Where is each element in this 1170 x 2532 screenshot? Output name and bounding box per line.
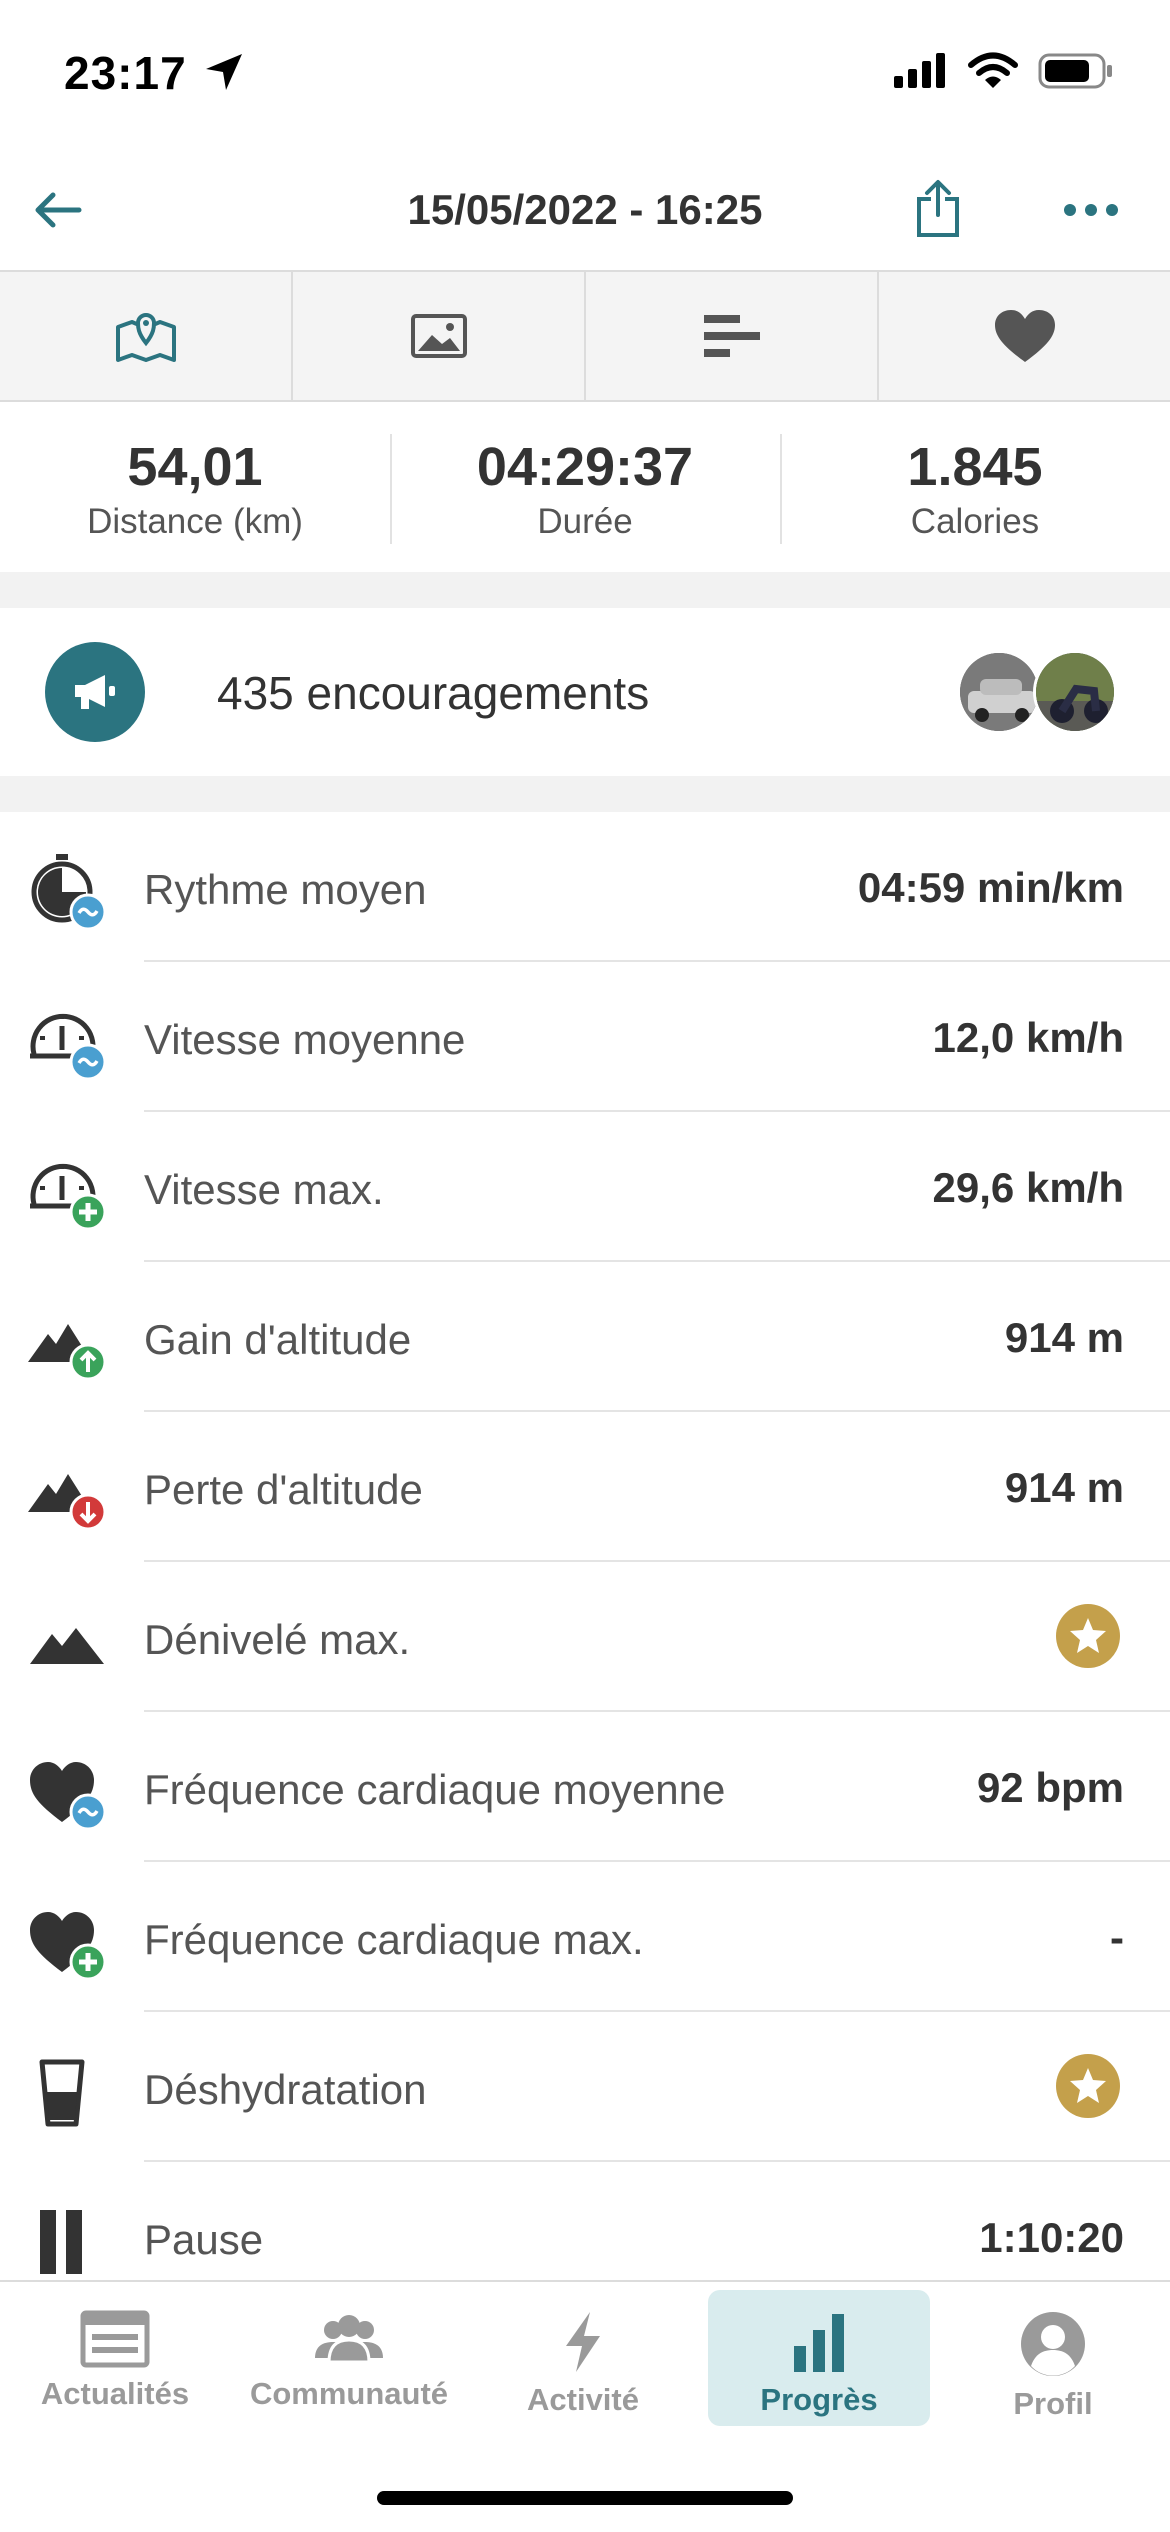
summary-distance: 54,01 Distance (km) (0, 404, 390, 572)
cheers-row[interactable]: 435 encouragements (0, 608, 1170, 776)
stat-value: 92 bpm (976, 1764, 1124, 1811)
cellular-signal-icon (894, 53, 945, 88)
lightning-icon (566, 2312, 600, 2372)
heart-icon (994, 310, 1055, 362)
stat-row-avg-heart-rate: Fréquence cardiaque moyenne 92 bpm (0, 1712, 1170, 1862)
bar-chart-icon (794, 2314, 844, 2372)
stat-label: Rythme moyen (144, 866, 427, 913)
more-dots-icon (1064, 204, 1118, 216)
mountain-up-icon (28, 1324, 107, 1381)
image-icon (410, 314, 467, 358)
share-icon (917, 180, 959, 237)
status-time: 23:17 (64, 47, 187, 99)
nav-profile[interactable]: Profil (942, 2290, 1164, 2426)
stat-label: Pause (144, 2216, 264, 2263)
detail-tabs (0, 272, 1170, 402)
section-divider (0, 776, 1170, 812)
nav-progress[interactable]: Progrès (708, 2290, 930, 2426)
stat-value: - (1110, 1914, 1124, 1961)
status-bar: 23:17 (0, 0, 1170, 150)
stat-value: 914 m (1004, 1464, 1124, 1511)
premium-star-icon[interactable] (1056, 1604, 1120, 1668)
home-indicator[interactable] (377, 2491, 793, 2505)
stat-row-max-heart-rate: Fréquence cardiaque max. - (0, 1862, 1170, 2012)
stat-value: 12,0 km/h (932, 1014, 1124, 1061)
nav-activity[interactable]: Activité (472, 2290, 694, 2426)
summary-label: Durée (537, 502, 633, 541)
nav-label: Communauté (249, 2376, 449, 2411)
bar-list-icon (703, 315, 760, 357)
stat-value: 29,6 km/h (932, 1164, 1124, 1211)
map-pin-icon (115, 313, 176, 362)
status-indicators (892, 52, 1114, 90)
stat-row-max-speed: Vitesse max. 29,6 km/h (0, 1112, 1170, 1262)
stat-label: Déshydratation (144, 2066, 427, 2113)
nav-news[interactable]: Actualités (4, 2290, 226, 2426)
mountain-icon (30, 1628, 104, 1664)
tab-heart[interactable] (879, 272, 1170, 400)
stat-label: Perte d'altitude (144, 1466, 423, 1513)
nav-label: Profil (1013, 2386, 1093, 2421)
heart-avg-icon (30, 1762, 107, 1831)
stat-label: Gain d'altitude (144, 1316, 412, 1363)
stat-value: 1:10:20 (979, 2214, 1124, 2261)
avatar[interactable] (957, 650, 1041, 734)
stat-row-avg-speed: Vitesse moyenne 12,0 km/h (0, 962, 1170, 1112)
heart-max-icon (30, 1912, 107, 1981)
newspaper-icon (80, 2310, 150, 2368)
location-arrow-icon (206, 54, 242, 90)
stat-row-elevation-loss: Perte d'altitude 914 m (0, 1412, 1170, 1562)
speedometer-max-icon (30, 1163, 107, 1231)
stat-row-avg-pace: Rythme moyen 04:59 min/km (0, 812, 1170, 962)
tab-photos[interactable] (293, 272, 586, 400)
stat-label: Vitesse moyenne (144, 1016, 466, 1063)
nav-label: Activité (527, 2382, 639, 2417)
header: 15/05/2022 - 16:25 (0, 150, 1170, 272)
glass-icon (39, 2059, 85, 2127)
tab-stats[interactable] (586, 272, 879, 400)
summary-value: 04:29:37 (476, 437, 694, 497)
summary-value: 1.845 (907, 437, 1043, 497)
wifi-icon (968, 52, 1018, 88)
page-title: 15/05/2022 - 16:25 (407, 186, 763, 233)
stat-label: Dénivelé max. (144, 1616, 411, 1663)
nav-community[interactable]: Communauté (238, 2290, 460, 2426)
summary-value: 54,01 (127, 437, 263, 497)
battery-icon (1038, 53, 1112, 89)
cheers-count: 435 encouragements (217, 667, 650, 719)
group-icon (315, 2315, 383, 2364)
stat-label: Fréquence cardiaque max. (144, 1916, 644, 1963)
summary-calories: 1.845 Calories (780, 404, 1170, 572)
stat-value: 04:59 min/km (857, 864, 1124, 911)
stat-row-elevation-gain: Gain d'altitude 914 m (0, 1262, 1170, 1412)
premium-star-icon[interactable] (1056, 2054, 1120, 2118)
summary-stats: 54,01 Distance (km) 04:29:37 Durée 1.845… (0, 404, 1170, 572)
stat-row-max-elevation[interactable]: Dénivelé max. (0, 1562, 1170, 1712)
nav-label: Actualités (40, 2376, 190, 2411)
stat-label: Vitesse max. (144, 1166, 384, 1213)
pause-icon (40, 2210, 82, 2274)
stat-value: 914 m (1004, 1314, 1124, 1361)
tab-map[interactable] (0, 272, 293, 400)
share-button[interactable] (906, 174, 970, 244)
stat-row-dehydration[interactable]: Déshydratation (0, 2012, 1170, 2162)
stat-label: Fréquence cardiaque moyenne (144, 1766, 726, 1813)
profile-icon (1021, 2312, 1085, 2376)
nav-label: Progrès (760, 2382, 878, 2417)
summary-label: Distance (km) (87, 502, 303, 541)
speedometer-avg-icon (30, 1013, 107, 1081)
avatar[interactable] (1033, 650, 1117, 734)
summary-label: Calories (910, 502, 1040, 541)
stats-list: Rythme moyen 04:59 min/km Vitesse moyenn… (0, 812, 1170, 2312)
stopwatch-avg-icon (31, 854, 107, 931)
summary-duration: 04:29:37 Durée (390, 404, 780, 572)
mountain-down-icon (28, 1474, 107, 1531)
megaphone-icon (45, 642, 145, 742)
section-divider (0, 572, 1170, 608)
more-options-button[interactable] (1056, 180, 1126, 240)
